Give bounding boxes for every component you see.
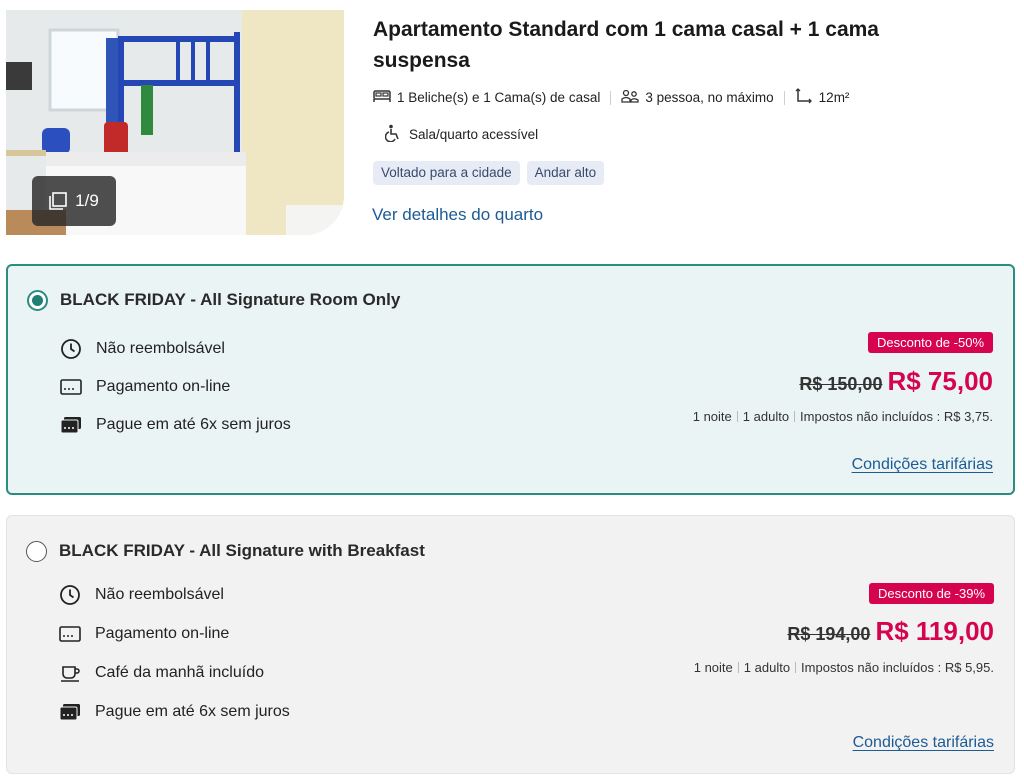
card-icon (59, 623, 81, 645)
photo-gallery-counter[interactable]: 1/9 (32, 176, 116, 226)
payment-cards-icon (60, 414, 82, 436)
old-price: R$ 194,00 (787, 624, 871, 644)
feature-area: 12m² (795, 88, 850, 107)
feature-beds-text: 1 Beliche(s) e 1 Cama(s) de casal (397, 90, 601, 105)
feature-area-text: 12m² (818, 90, 850, 105)
new-price: R$ 75,00 (887, 366, 993, 396)
room-features: 1 Beliche(s) e 1 Cama(s) de casal 3 pess… (373, 88, 849, 107)
discount-badge: Desconto de -39% (869, 583, 994, 604)
tag-city-view: Voltado para a cidade (373, 161, 520, 185)
price-nights: 1 noite (692, 409, 732, 424)
feature-capacity-text: 3 pessoa, no máximo (645, 90, 774, 105)
price-info-divider (737, 662, 739, 673)
discount-badge: Desconto de -50% (868, 332, 993, 353)
price-info: 1 noite 1 adulto Impostos não incluídos … (693, 409, 993, 424)
condition-breakfast-included: Café da manhã incluído (59, 653, 290, 692)
room-details-link[interactable]: Ver detalhes do quarto (372, 205, 543, 225)
feature-accessibility-text: Sala/quarto acessível (409, 127, 539, 142)
payment-cards-icon (59, 701, 81, 723)
clock-icon (59, 584, 81, 606)
condition-text: Pagamento on-line (95, 624, 230, 642)
condition-text: Pagamento on-line (96, 378, 231, 395)
people-icon (621, 89, 639, 106)
coffee-cup-icon (59, 662, 81, 684)
feature-divider (783, 90, 785, 105)
rate-conditions-link[interactable]: Condições tarifárias (852, 456, 993, 474)
wheelchair-icon (384, 124, 401, 145)
condition-installments: Pague em até 6x sem juros (60, 406, 291, 444)
price-nights: 1 noite (693, 660, 733, 675)
feature-capacity: 3 pessoa, no máximo (621, 89, 774, 106)
condition-text: Pague em até 6x sem juros (96, 416, 291, 433)
tag-high-floor: Andar alto (526, 161, 605, 185)
room-tags: Voltado para a cidade Andar alto (373, 161, 605, 185)
price-row: R$ 150,00 R$ 75,00 (799, 366, 993, 397)
rate-card-room-only[interactable]: BLACK FRIDAY - All Signature Room Only N… (6, 264, 1015, 495)
condition-online-payment: Pagamento on-line (60, 368, 291, 406)
price-row: R$ 194,00 R$ 119,00 (787, 616, 994, 647)
rate-name: BLACK FRIDAY - All Signature with Breakf… (59, 541, 425, 560)
area-icon (795, 88, 813, 107)
price-info: 1 noite 1 adulto Impostos não incluídos … (694, 660, 994, 675)
old-price: R$ 150,00 (799, 374, 883, 394)
rate-card-breakfast[interactable]: BLACK FRIDAY - All Signature with Breakf… (6, 515, 1015, 774)
new-price: R$ 119,00 (875, 616, 994, 646)
rate-conditions-link[interactable]: Condições tarifárias (853, 734, 994, 752)
condition-text: Não reembolsável (95, 585, 224, 603)
condition-non-refundable: Não reembolsável (60, 330, 291, 368)
condition-online-payment: Pagamento on-line (59, 614, 290, 653)
price-taxes: Impostos não incluídos : R$ 5,95. (801, 660, 994, 675)
price-adults: 1 adulto (743, 660, 791, 675)
feature-accessibility: Sala/quarto acessível (384, 124, 539, 145)
condition-text: Café da manhã incluído (95, 663, 264, 681)
rate-conditions: Não reembolsável Pagamento on-line Pague… (60, 330, 291, 444)
clock-icon (60, 338, 82, 360)
rate-name: BLACK FRIDAY - All Signature Room Only (60, 290, 401, 309)
bed-icon (373, 89, 391, 106)
feature-beds: 1 Beliche(s) e 1 Cama(s) de casal (373, 89, 600, 106)
photo-counter-text: 1/9 (75, 191, 99, 210)
gallery-icon (49, 192, 67, 210)
condition-non-refundable: Não reembolsável (59, 575, 290, 614)
condition-text: Pague em até 6x sem juros (95, 702, 290, 720)
feature-divider (610, 90, 612, 105)
room-photo[interactable]: 1/9 (6, 10, 344, 235)
price-info-divider (736, 411, 738, 422)
rate-conditions: Não reembolsável Pagamento on-line Café … (59, 575, 290, 731)
price-taxes: Impostos não incluídos : R$ 3,75. (800, 409, 993, 424)
condition-installments: Pague em até 6x sem juros (59, 692, 290, 731)
price-adults: 1 adulto (742, 409, 790, 424)
rate-radio-room-only[interactable] (27, 290, 48, 311)
condition-text: Não reembolsável (96, 340, 225, 357)
price-info-divider (794, 411, 796, 422)
card-icon (60, 376, 82, 398)
price-info-divider (795, 662, 797, 673)
room-title: Apartamento Standard com 1 cama casal + … (373, 18, 879, 72)
rate-radio-breakfast[interactable] (26, 541, 47, 562)
